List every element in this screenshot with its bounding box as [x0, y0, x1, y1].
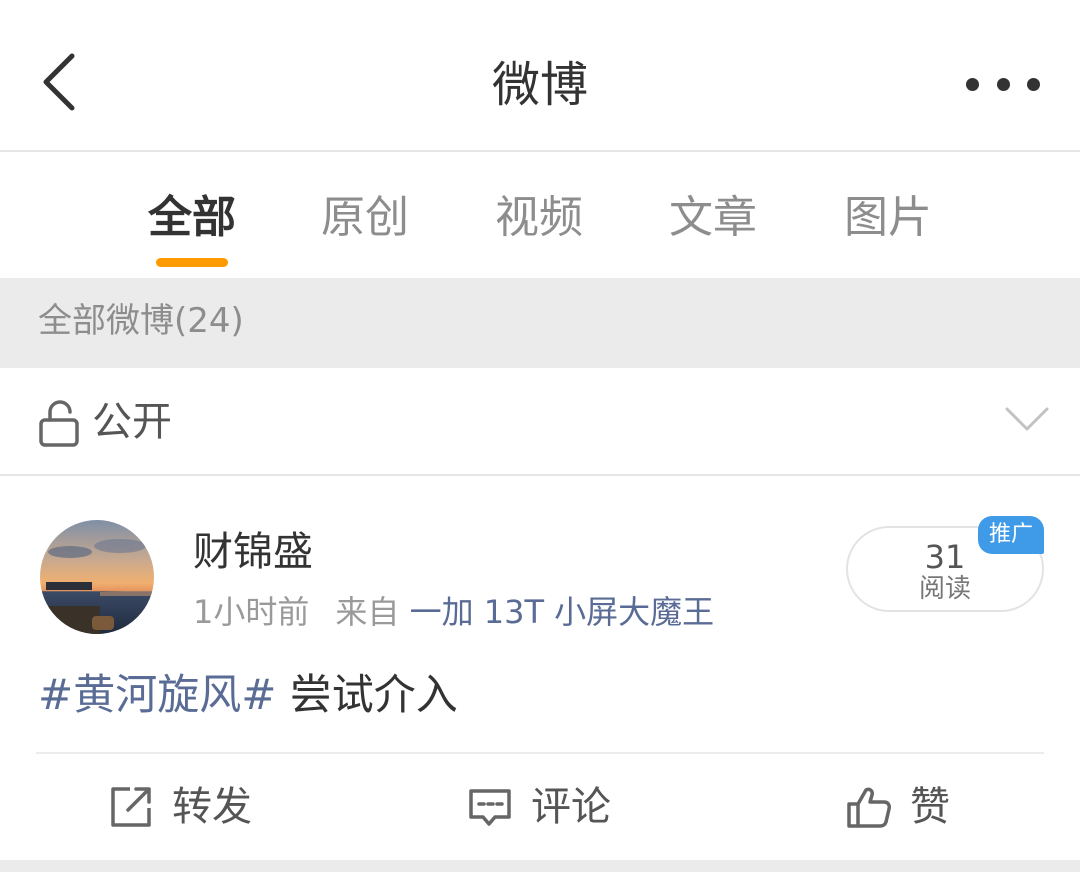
filter-tabs: 全部 原创 视频 文章 图片	[0, 152, 1080, 278]
post-text: 尝试介入	[276, 670, 458, 719]
source-prefix: 来自	[335, 593, 400, 631]
weibo-page: 微博 全部 原创 视频 文章 图片 全部微博(24) 公开 财锦盛 1小时前 来…	[0, 0, 1080, 872]
like-button[interactable]: 赞	[846, 754, 950, 860]
active-tab-indicator	[156, 258, 228, 267]
comment-icon	[469, 789, 511, 826]
post-count-label: 全部微博(24)	[38, 301, 244, 341]
post-time: 1小时前	[193, 593, 310, 631]
post-content: #黄河旋风# 尝试介入	[38, 666, 458, 724]
thumbs-up-icon	[847, 787, 891, 828]
tab-video[interactable]: 视频	[479, 190, 599, 246]
more-dot-icon	[1027, 77, 1040, 91]
comment-label: 评论	[531, 784, 611, 830]
tab-images[interactable]: 图片	[828, 190, 948, 246]
tab-all[interactable]: 全部	[132, 190, 252, 246]
repost-label: 转发	[172, 784, 252, 830]
bottom-separator	[0, 860, 1080, 872]
unlock-icon	[39, 400, 79, 447]
avatar-sunset-image	[40, 520, 154, 634]
repost-button[interactable]: 转发	[108, 754, 252, 860]
page-title: 微博	[491, 57, 588, 113]
top-nav-bar: 微博	[0, 0, 1080, 152]
more-dot-icon	[996, 77, 1010, 91]
read-label: 阅读	[918, 574, 971, 604]
source-device-link[interactable]: 一加 13T 小屏大魔王	[410, 593, 715, 631]
tab-original[interactable]: 原创	[305, 190, 425, 246]
like-label: 赞	[910, 784, 950, 830]
topic-hashtag-link[interactable]: #黄河旋风#	[38, 670, 276, 719]
more-options-button[interactable]	[966, 64, 1040, 104]
post-actions: 转发 评论 赞	[0, 754, 1080, 860]
author-name[interactable]: 财锦盛	[193, 526, 313, 578]
avatar[interactable]	[40, 520, 154, 634]
visibility-label: 公开	[92, 399, 172, 445]
comment-button[interactable]: 评论	[467, 754, 611, 860]
post-card[interactable]: 财锦盛 1小时前 来自 一加 13T 小屏大魔王 31 阅读 推广 #黄河旋风# …	[0, 476, 1080, 860]
post-count-bar: 全部微博(24)	[0, 278, 1080, 368]
repost-share-icon	[111, 787, 151, 827]
more-dot-icon	[966, 77, 979, 91]
chevron-down-icon	[1005, 407, 1049, 431]
post-meta: 1小时前 来自 一加 13T 小屏大魔王	[193, 590, 714, 634]
visibility-selector[interactable]: 公开	[0, 368, 1080, 476]
promote-tag[interactable]: 推广	[978, 516, 1044, 554]
tab-article[interactable]: 文章	[653, 190, 773, 246]
